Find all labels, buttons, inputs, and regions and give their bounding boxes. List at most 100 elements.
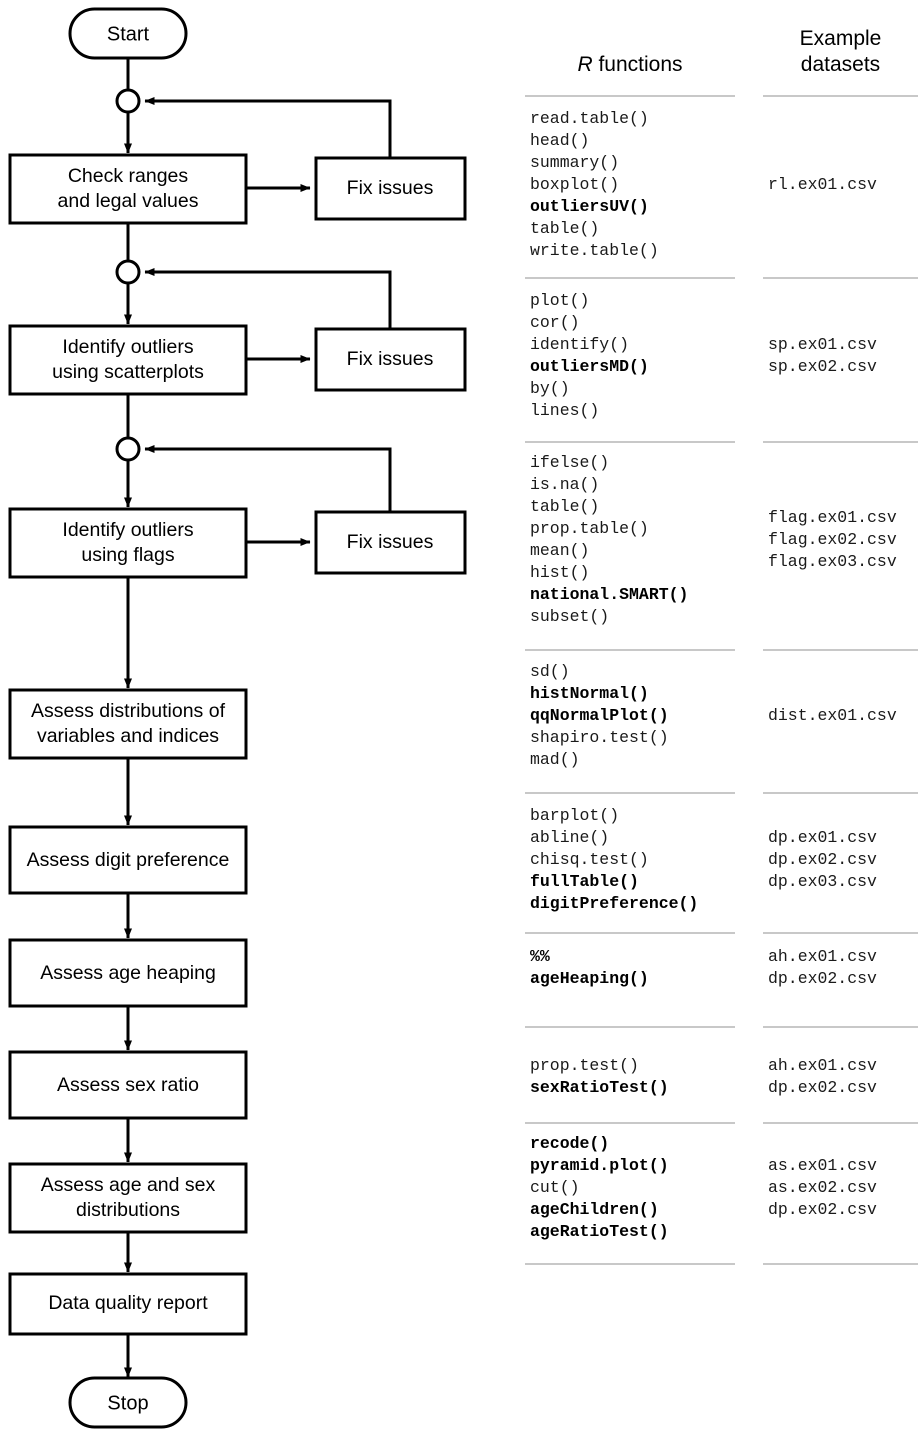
node-assess-distributions[interactable]: Assess distributions of variables and in… bbox=[8, 688, 248, 760]
function-name: histNormal() bbox=[530, 684, 649, 703]
function-name: abline() bbox=[530, 828, 610, 847]
group-rule-b-6 bbox=[763, 932, 918, 934]
dataset-name: rl.ex01.csv bbox=[768, 175, 877, 194]
group-rule-a-7 bbox=[525, 1026, 735, 1028]
check-ranges-label-line2: and legal values bbox=[58, 190, 199, 212]
column-header-r-functions: R functions bbox=[525, 52, 735, 78]
group-rule-b-9 bbox=[763, 1263, 918, 1265]
function-name: recode() bbox=[530, 1134, 610, 1153]
edge-fix1-to-junction1 bbox=[144, 97, 392, 158]
function-name: sd() bbox=[530, 662, 570, 681]
group-rule-b-4 bbox=[763, 649, 918, 651]
function-name: prop.table() bbox=[530, 519, 649, 538]
dataset-list-flags: flag.ex01.csv flag.ex02.csv flag.ex03.csv bbox=[768, 507, 918, 573]
fix-issues-3-label: Fix issues bbox=[347, 531, 434, 553]
group-rule-a-9 bbox=[525, 1263, 735, 1265]
node-assess-digit-preference[interactable]: Assess digit preference bbox=[8, 825, 248, 895]
dataset-list-distributions: dist.ex01.csv bbox=[768, 705, 918, 727]
group-rule-a-3 bbox=[525, 441, 735, 443]
group-rule-b-3 bbox=[763, 441, 918, 443]
junction-circle-2 bbox=[115, 259, 141, 285]
node-fix-issues-2[interactable]: Fix issues bbox=[314, 327, 467, 392]
dataset-name: ah.ex01.csv bbox=[768, 1056, 877, 1075]
dataset-list-ranges-legal-values: rl.ex01.csv bbox=[768, 174, 918, 196]
node-outliers-scatterplots[interactable]: Identify outliers using scatterplots bbox=[8, 324, 248, 396]
node-assess-age-sex[interactable]: Assess age and sex distributions bbox=[8, 1162, 248, 1234]
node-assess-age-heaping[interactable]: Assess age heaping bbox=[8, 938, 248, 1008]
node-start[interactable]: Start bbox=[68, 7, 188, 60]
function-name: table() bbox=[530, 219, 600, 238]
dataset-name: ah.ex01.csv bbox=[768, 947, 877, 966]
node-fix-issues-1[interactable]: Fix issues bbox=[314, 156, 467, 221]
fix-issues-2-label: Fix issues bbox=[347, 348, 434, 370]
outliers-flags-label-line2: using flags bbox=[81, 544, 174, 566]
node-fix-issues-3[interactable]: Fix issues bbox=[314, 510, 467, 575]
dataset-list-age-heaping: ah.ex01.csv dp.ex02.csv bbox=[768, 946, 918, 990]
function-name: outliersUV() bbox=[530, 197, 649, 216]
group-rule-b-2 bbox=[763, 277, 918, 279]
node-stop[interactable]: Stop bbox=[68, 1376, 188, 1429]
dataset-name: dp.ex03.csv bbox=[768, 872, 877, 891]
group-rule-b-5 bbox=[763, 792, 918, 794]
column-header-r-italic: R bbox=[577, 53, 593, 76]
function-name: chisq.test() bbox=[530, 850, 649, 869]
function-name: by() bbox=[530, 379, 570, 398]
dataset-name: as.ex02.csv bbox=[768, 1178, 877, 1197]
dataset-name: flag.ex02.csv bbox=[768, 530, 897, 549]
dataset-list-sex-ratio: ah.ex01.csv dp.ex02.csv bbox=[768, 1055, 918, 1099]
function-name: plot() bbox=[530, 291, 590, 310]
column-header-functions-text: functions bbox=[592, 53, 683, 76]
function-name: qqNormalPlot() bbox=[530, 706, 669, 725]
function-name: mad() bbox=[530, 750, 580, 769]
function-name: ageHeaping() bbox=[530, 969, 649, 988]
column-header-datasets-line2: datasets bbox=[800, 53, 881, 76]
dataset-name: dp.ex02.csv bbox=[768, 850, 877, 869]
outliers-scatterplots-label-line1: Identify outliers bbox=[62, 336, 193, 358]
dataset-name: sp.ex02.csv bbox=[768, 357, 877, 376]
dataset-list-age-sex-distributions: as.ex01.csv as.ex02.csv dp.ex02.csv bbox=[768, 1155, 918, 1221]
function-name: prop.test() bbox=[530, 1056, 639, 1075]
function-name: barplot() bbox=[530, 806, 620, 825]
function-list-scatterplots: plot() cor() identify() outliersMD() by() lin… bbox=[530, 290, 760, 422]
node-check-ranges[interactable]: Check ranges and legal values bbox=[8, 153, 248, 225]
data-quality-report-label: Data quality report bbox=[48, 1292, 208, 1314]
node-data-quality-report[interactable]: Data quality report bbox=[8, 1272, 248, 1336]
function-name: head() bbox=[530, 131, 590, 150]
function-name: pyramid.plot() bbox=[530, 1156, 669, 1175]
start-label: Start bbox=[107, 23, 150, 45]
outliers-flags-label-line1: Identify outliers bbox=[62, 519, 193, 541]
function-name: summary() bbox=[530, 153, 620, 172]
group-rule-top-a-1 bbox=[525, 95, 735, 97]
function-name: shapiro.test() bbox=[530, 728, 669, 747]
function-list-ranges-legal-values: read.table() head() summary() boxplot() outl… bbox=[530, 108, 760, 262]
function-name: %% bbox=[530, 947, 550, 966]
group-rule-a-8 bbox=[525, 1122, 735, 1124]
function-name: national.SMART() bbox=[530, 585, 689, 604]
dataset-name: as.ex01.csv bbox=[768, 1156, 877, 1175]
function-name: hist() bbox=[530, 563, 590, 582]
group-rule-a-2 bbox=[525, 277, 735, 279]
dataset-name: dp.ex02.csv bbox=[768, 1200, 877, 1219]
function-list-age-sex-distributions: recode() pyramid.plot() cut() ageChildren()… bbox=[530, 1133, 760, 1243]
group-rule-b-8 bbox=[763, 1122, 918, 1124]
node-outliers-flags[interactable]: Identify outliers using flags bbox=[8, 507, 248, 579]
outliers-scatterplots-label-line2: using scatterplots bbox=[52, 361, 204, 383]
function-list-digit-preference: barplot() abline() chisq.test() fullTable()… bbox=[530, 805, 760, 915]
function-name: boxplot() bbox=[530, 175, 620, 194]
node-assess-sex-ratio[interactable]: Assess sex ratio bbox=[8, 1050, 248, 1120]
group-rule-a-5 bbox=[525, 792, 735, 794]
flowchart-panel: Start Check ranges and legal values Fix … bbox=[0, 0, 500, 1435]
function-name: ageChildren() bbox=[530, 1200, 659, 1219]
stop-label: Stop bbox=[107, 1392, 148, 1414]
column-header-datasets-line1: Example bbox=[799, 27, 882, 50]
function-name: cor() bbox=[530, 313, 580, 332]
function-list-flags: ifelse() is.na() table() prop.table() mean()… bbox=[530, 452, 760, 628]
check-ranges-label-line1: Check ranges bbox=[68, 165, 189, 187]
function-name: mean() bbox=[530, 541, 590, 560]
function-list-distributions: sd() histNormal() qqNormalPlot() shapiro.te… bbox=[530, 661, 760, 771]
dataset-name: sp.ex01.csv bbox=[768, 335, 877, 354]
function-name: lines() bbox=[530, 401, 600, 420]
assess-age-sex-label-line1: Assess age and sex bbox=[41, 1174, 216, 1196]
reference-table-panel: R functions Example datasets read.table(… bbox=[500, 0, 918, 1435]
function-name: ifelse() bbox=[530, 453, 610, 472]
